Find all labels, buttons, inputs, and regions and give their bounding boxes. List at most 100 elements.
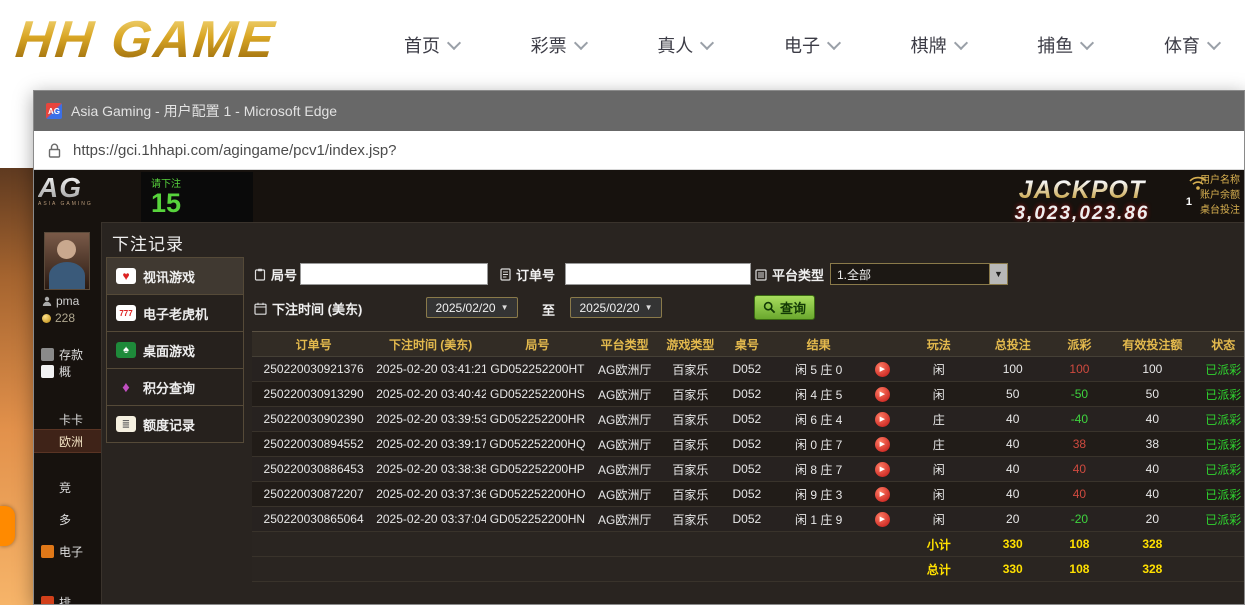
round-label: 局号 [254, 265, 297, 284]
site-logo: HH GAME [13, 10, 279, 70]
sidebar-menu: 存款概卡卡欧洲竞多电子排 [34, 226, 101, 604]
sidebar-item-2[interactable]: 概 [34, 359, 101, 383]
status-cell: 已派彩 [1194, 357, 1244, 382]
playtype-cell: 闲 [901, 382, 977, 407]
date-to[interactable]: 2025/02/20 [570, 297, 662, 318]
column-header: 总投注 [977, 332, 1049, 357]
sidebar-item-7[interactable]: 电子 [34, 539, 101, 563]
valid-bet-cell: 50 [1110, 382, 1194, 407]
payout-cell: -20 [1049, 507, 1111, 532]
card-icon [41, 365, 54, 378]
date-from[interactable]: 2025/02/20 [426, 297, 518, 318]
status-cell: 已派彩 [1194, 382, 1244, 407]
site-nav: 首页 彩票 真人 电子 棋牌 捕鱼 体育 [390, 0, 1245, 90]
window-title-bar[interactable]: AG Asia Gaming - 用户配置 1 - Microsoft Edge [34, 91, 1244, 131]
panel-menu-records[interactable]: ≣额度记录 [106, 405, 244, 443]
round-cell: GD052252200HS [486, 382, 589, 407]
round-cell: GD052252200HN [486, 507, 589, 532]
records-table: 订单号下注时间 (美东)局号平台类型游戏类型桌号结果玩法总投注派彩有效投注额状态… [252, 331, 1244, 582]
nav-item-3[interactable]: 真人 [657, 32, 712, 58]
ag-logo-subtext: ASIA GAMING [38, 201, 108, 207]
result-cell: 闲 6 庄 4 [774, 407, 864, 432]
sidebar-item-5[interactable]: 竞 [34, 475, 101, 499]
nav-item-label: 真人 [657, 32, 693, 58]
sidebar-item-3[interactable]: 卡卡 [34, 407, 101, 431]
nav-item-7[interactable]: 体育 [1164, 32, 1219, 58]
casino-sidebar: pma 228 存款概卡卡欧洲竞多电子排 [34, 226, 101, 604]
replay-button[interactable] [875, 412, 890, 427]
playtype-cell: 闲 [901, 482, 977, 507]
playtype-cell: 闲 [901, 457, 977, 482]
table-row: 2502200309213762025-02-20 03:41:21GD0522… [252, 357, 1244, 382]
column-header: 桌号 [720, 332, 773, 357]
order-input[interactable] [565, 263, 751, 285]
table-no-cell: D052 [720, 382, 773, 407]
sidebar-item-8[interactable]: 排 [34, 590, 101, 604]
spacer-cell [252, 532, 901, 557]
sum-status-cell [1194, 532, 1244, 557]
panel-menu-points[interactable]: ♦积分查询 [106, 368, 244, 406]
nav-item-6[interactable]: 捕鱼 [1037, 32, 1092, 58]
round-input[interactable] [300, 263, 488, 285]
none [41, 435, 54, 448]
nav-item-5[interactable]: 棋牌 [911, 32, 966, 58]
sidebar-item-label: 排 [59, 594, 71, 605]
floating-tab[interactable] [0, 506, 15, 546]
replay-button[interactable] [875, 487, 890, 502]
nav-item-1[interactable]: 首页 [404, 32, 459, 58]
valid-bet-cell: 100 [1110, 357, 1194, 382]
query-button[interactable]: 查询 [754, 295, 815, 320]
sum-status-cell [1194, 557, 1244, 582]
nav-item-2[interactable]: 彩票 [531, 32, 586, 58]
replay-cell [864, 507, 901, 532]
sidebar-item-6[interactable]: 多 [34, 507, 101, 531]
valid-bet-cell: 40 [1110, 407, 1194, 432]
replay-button[interactable] [875, 387, 890, 402]
select-arrow-icon[interactable] [989, 264, 1007, 284]
slot-icon [41, 545, 54, 558]
url-text[interactable]: https://gci.1hhapi.com/agingame/pcv1/ind… [73, 142, 397, 159]
panel-menu-tables[interactable]: ♠桌面游戏 [106, 331, 244, 369]
order-cell: 250220030865064 [252, 507, 375, 532]
column-header: 游戏类型 [661, 332, 721, 357]
time-cell: 2025-02-20 03:37:04 [375, 507, 486, 532]
sidebar-item-label: 竞 [59, 479, 71, 496]
address-bar[interactable]: https://gci.1hhapi.com/agingame/pcv1/ind… [34, 131, 1244, 170]
round-cell: GD052252200HP [486, 457, 589, 482]
records-icon: ≣ [116, 416, 136, 432]
game-cell: 百家乐 [661, 482, 721, 507]
replay-cell [864, 357, 901, 382]
panel-menu-label: 视讯游戏 [143, 267, 195, 286]
nav-item-4[interactable]: 电子 [784, 32, 839, 58]
sidebar-item-4[interactable]: 欧洲 [34, 429, 101, 453]
order-cell: 250220030921376 [252, 357, 375, 382]
replay-button[interactable] [875, 512, 890, 527]
notification-badge: 1 [1186, 196, 1192, 208]
column-header: 有效投注额 [1110, 332, 1194, 357]
browser-content: AG ASIA GAMING 请下注 15 JACKPOT 3,023,023.… [34, 170, 1244, 604]
table-header-row: 订单号下注时间 (美东)局号平台类型游戏类型桌号结果玩法总投注派彩有效投注额状态 [252, 332, 1244, 357]
order-label: 订单号 [500, 265, 555, 284]
replay-button[interactable] [875, 437, 890, 452]
status-cell: 已派彩 [1194, 457, 1244, 482]
time-cell: 2025-02-20 03:38:38 [375, 457, 486, 482]
panel-menu-cards[interactable]: ♥视讯游戏 [106, 257, 244, 295]
status-cell: 已派彩 [1194, 407, 1244, 432]
bet-time-label: 下注时间 (美东) [254, 299, 362, 318]
jackpot-label: JACKPOT [982, 176, 1182, 205]
panel-menu: ♥视讯游戏777电子老虎机♠桌面游戏♦积分查询≣额度记录 [106, 258, 244, 443]
window-title: Asia Gaming - 用户配置 1 - Microsoft Edge [71, 101, 337, 121]
replay-button[interactable] [875, 462, 890, 477]
platform-select[interactable]: 1.全部 [830, 263, 1008, 285]
chevron-down-icon [1080, 35, 1094, 49]
valid-bet-cell: 38 [1110, 432, 1194, 457]
panel-menu-slots[interactable]: 777电子老虎机 [106, 294, 244, 332]
status-cell: 已派彩 [1194, 432, 1244, 457]
valid-bet-cell: 20 [1110, 507, 1194, 532]
page-background-strip [0, 168, 33, 605]
replay-button[interactable] [875, 362, 890, 377]
replay-cell [864, 432, 901, 457]
sidebar-item-label: 欧洲 [59, 433, 83, 450]
total-row: 总计330108328 [252, 557, 1244, 582]
column-header: 派彩 [1049, 332, 1111, 357]
